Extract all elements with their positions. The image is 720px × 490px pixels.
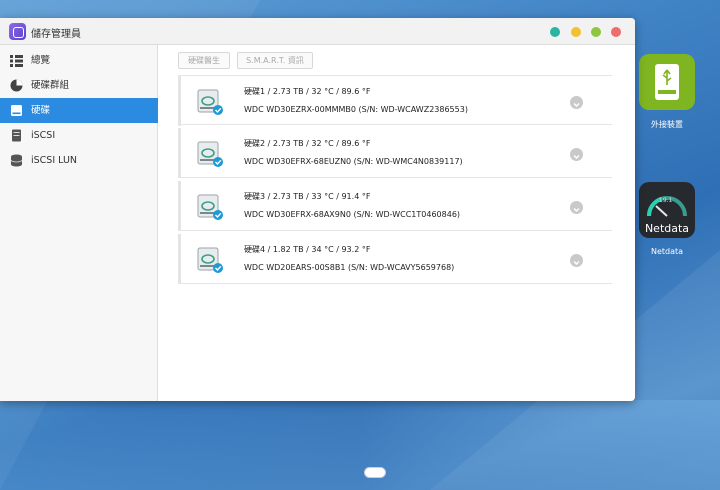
disk-row-accent [178,181,181,231]
external-device-app[interactable] [639,54,695,110]
disk-summary: 硬碟1 / 2.73 TB / 32 °C / 89.6 °F [244,87,371,96]
disk-row[interactable]: 硬碟1 / 2.73 TB / 32 °C / 89.6 °F WDC WD30… [178,75,612,126]
expand-chevron-button[interactable] [570,254,583,267]
close-button[interactable] [611,27,621,37]
titlebar[interactable]: 儲存管理員 [0,18,635,45]
chevron-down-icon [573,207,580,213]
disk-model: WDC WD20EARS-00S8B1 (S/N: WD-WCAVY565976… [244,263,455,272]
sidebar-item-disk-group[interactable]: 硬碟群組 [0,73,158,98]
disk-row-accent [178,76,181,126]
disk-summary: 硬碟3 / 2.73 TB / 33 °C / 91.4 °F [244,192,371,201]
chevron-down-icon [573,260,580,266]
wallpaper-facet [0,400,720,490]
netdata-label: Netdata [650,247,684,256]
hdd-status-icon [197,89,223,115]
hdd-status-icon [197,247,223,273]
netdata-tile-text: Netdata [644,222,690,235]
disk-model: WDC WD30EFRX-68AX9N0 (S/N: WD-WCC1T04608… [244,210,461,219]
storage-manager-app-icon [9,23,26,40]
expand-chevron-button[interactable] [570,201,583,214]
sidebar-item-label: iSCSI LUN [31,155,78,166]
sidebar-item-label: iSCSI [31,130,56,141]
sidebar-item-label: 硬碟群組 [31,80,70,91]
sidebar-item-iscsi-lun[interactable]: iSCSI LUN [0,148,158,173]
disk-doctor-button[interactable]: 硬碟醫生 [178,52,230,69]
overview-icon [10,55,23,67]
disk-row-accent [178,128,181,178]
netdata-app[interactable]: 19.1 Netdata [639,182,695,238]
help-button[interactable] [550,27,560,37]
hdd-status-icon [197,194,223,220]
sidebar-item-label: 總覽 [31,55,51,66]
disk-model: WDC WD30EFRX-68EUZN0 (S/N: WD-WMC4N08391… [244,157,463,166]
sidebar-item-overview[interactable]: 總覽 [0,48,158,73]
minimize-button[interactable] [571,27,581,37]
smart-info-button[interactable]: S.M.A.R.T. 資訊 [237,52,313,69]
iscsi-lun-icon [10,154,23,167]
usb-drive-icon [655,64,679,100]
sidebar-item-label: 硬碟 [31,105,51,116]
disk-summary: 硬碟2 / 2.73 TB / 32 °C / 89.6 °F [244,139,371,148]
chevron-down-icon [573,154,580,160]
dashboard-toggle-button[interactable] [364,467,386,478]
external-device-label: 外接裝置 [651,120,683,129]
disk-row[interactable]: 硬碟3 / 2.73 TB / 33 °C / 91.4 °F WDC WD30… [178,181,612,231]
hdd-status-icon [197,141,223,167]
disk-summary: 硬碟4 / 1.82 TB / 34 °C / 93.2 °F [244,245,371,254]
chevron-down-icon [573,102,580,108]
sidebar-item-hdd[interactable]: 硬碟 [0,98,158,123]
sidebar-item-iscsi[interactable]: iSCSI [0,123,158,148]
disk-model: WDC WD30EZRX-00MMMB0 (S/N: WD-WCAWZ23865… [244,105,468,114]
disk-row[interactable]: 硬碟2 / 2.73 TB / 32 °C / 89.6 °F WDC WD30… [178,128,612,178]
expand-chevron-button[interactable] [570,148,583,161]
hdd-icon [11,105,22,116]
disk-row-accent [178,234,181,284]
expand-chevron-button[interactable] [570,96,583,109]
sidebar: 總覽 硬碟群組 硬碟 iSCSI iSCSI LUN [0,45,158,401]
disk-row[interactable]: 硬碟4 / 1.82 TB / 34 °C / 93.2 °F WDC WD20… [178,234,612,284]
disk-group-icon [10,79,23,92]
storage-manager-window: 儲存管理員 總覽 硬碟群組 硬碟 iSCSI iSCSI LUN 硬碟醫生 S.… [0,18,635,401]
iscsi-icon [12,129,21,142]
window-title: 儲存管理員 [31,29,81,40]
gauge-value: 19.1 [659,197,673,204]
maximize-button[interactable] [591,27,601,37]
